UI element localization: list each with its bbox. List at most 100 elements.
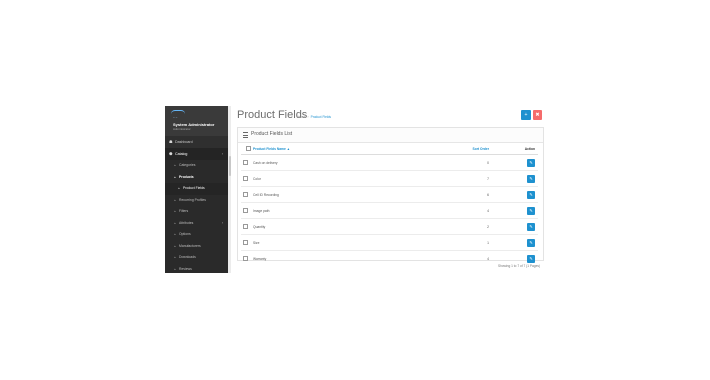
sidebar-item-label: Reviews [179, 266, 192, 271]
table-row: Warranty 4 ✎ [241, 250, 538, 266]
column-header-action: Action [495, 144, 538, 155]
pencil-icon: ✎ [529, 239, 533, 245]
row-checkbox[interactable] [243, 239, 248, 245]
breadcrumb-home[interactable]: Home [297, 115, 306, 119]
sidebar-item-dashboard[interactable]: ☗ Dashboard [165, 136, 228, 148]
field-name: Cell ID Recording [253, 186, 429, 203]
sidebar-item-attributes[interactable]: » Attributes › [165, 218, 228, 230]
row-checkbox[interactable] [243, 255, 248, 261]
pagination-summary: Showing 1 to 7 of 7 (1 Pages) [498, 264, 540, 268]
column-header-sort-order[interactable]: Sort Order [429, 144, 495, 155]
field-name: Size [253, 234, 429, 251]
sort-order: 4 [429, 250, 495, 266]
select-all-cell [241, 144, 253, 155]
row-select-cell [241, 234, 253, 251]
edit-button[interactable]: ✎ [527, 174, 535, 183]
breadcrumb-separator: › [307, 115, 309, 119]
row-select-cell [241, 218, 253, 235]
action-cell: ✎ [495, 170, 538, 187]
sort-order: 7 [429, 170, 495, 187]
select-all-checkbox[interactable] [245, 146, 251, 151]
edit-button[interactable]: ✎ [527, 206, 535, 215]
breadcrumb: Home › Product Fields [297, 115, 331, 119]
sidebar-item-reviews[interactable]: » Reviews [165, 264, 228, 274]
action-cell: ✎ [495, 186, 538, 203]
sort-order: 0 [429, 154, 495, 171]
row-checkbox[interactable] [243, 223, 248, 229]
pencil-icon: ✎ [529, 255, 533, 261]
pencil-icon: ✎ [529, 159, 533, 165]
pencil-icon: ✎ [529, 175, 533, 181]
table-header-row: Product Fields Name ▲ Sort Order Action [241, 144, 538, 155]
pencil-icon: ✎ [529, 191, 533, 197]
row-select-cell [241, 250, 253, 266]
action-cell: ✎ [495, 154, 538, 171]
sidebar-item-manufacturers[interactable]: » Manufacturers [165, 241, 228, 253]
row-select-cell [241, 202, 253, 219]
sidebar-item-label: Categories [179, 163, 196, 167]
delete-button[interactable]: ✖ [533, 110, 542, 120]
edit-button[interactable]: ✎ [527, 254, 535, 263]
pencil-icon: ✎ [529, 207, 533, 213]
table-row: Cash on delivery 0 ✎ [241, 154, 538, 171]
logo-text: ~ ~ [173, 115, 178, 119]
table-row: Image path 4 ✎ [241, 202, 538, 219]
sidebar-item-label: Attributes [179, 220, 194, 225]
field-name: Color [253, 170, 429, 187]
row-select-cell [241, 186, 253, 203]
profile-block[interactable]: ~ ~ System Administrator Administrator [165, 106, 228, 136]
plus-icon: + [524, 112, 528, 118]
sidebar-item-products[interactable]: » Products [165, 172, 228, 184]
sidebar-item-label: Options [179, 232, 191, 236]
field-name: Image path [253, 202, 429, 219]
column-header-name[interactable]: Product Fields Name ▲ [253, 144, 429, 155]
row-select-cell [241, 154, 253, 171]
sidebar-item-label: Recurring Profiles [179, 197, 206, 202]
sidebar-item-product-fields[interactable]: » Product Fields [165, 183, 228, 195]
table-row: Size 1 ✎ [241, 234, 538, 251]
admin-window: ~ ~ System Administrator Administrator ☗… [165, 106, 546, 273]
sidebar-item-categories[interactable]: » Categories [165, 160, 228, 172]
action-cell: ✎ [495, 218, 538, 235]
edit-button[interactable]: ✎ [527, 158, 535, 167]
sidebar-item-downloads[interactable]: » Downloads [165, 252, 228, 264]
user-role: Administrator [173, 127, 191, 131]
sidebar-item-label: Catalog [175, 152, 188, 156]
sidebar-item-label: Filters [179, 209, 189, 213]
pencil-icon: ✎ [529, 223, 533, 229]
sidebar-item-label: Downloads [179, 255, 196, 259]
list-icon [243, 132, 248, 138]
row-checkbox[interactable] [243, 159, 248, 165]
sort-order: 2 [429, 218, 495, 235]
sidebar-item-label: Dashboard [175, 140, 193, 144]
trash-icon: ✖ [535, 112, 540, 118]
sort-order: 6 [429, 186, 495, 203]
sidebar-item-filters[interactable]: » Filters [165, 206, 228, 218]
row-checkbox[interactable] [243, 175, 248, 181]
breadcrumb-current[interactable]: Product Fields [311, 115, 331, 119]
sidebar-item-options[interactable]: » Options [165, 229, 228, 241]
row-checkbox[interactable] [243, 191, 248, 197]
table-row: Cell ID Recording 6 ✎ [241, 186, 538, 203]
panel-heading: Product Fields List [238, 128, 543, 143]
product-fields-table: Product Fields Name ▲ Sort Order Action … [241, 144, 538, 266]
catalog-submenu: » Categories » Products » Product Fields » R… [165, 160, 228, 273]
edit-button[interactable]: ✎ [527, 190, 535, 199]
main-content: Product Fields Home › Product Fields + ✖ P… [231, 106, 546, 273]
sort-order: 4 [429, 202, 495, 219]
sidebar-item-recurring-profiles[interactable]: » Recurring Profiles [165, 195, 228, 207]
sidebar-item-label: Manufacturers [179, 243, 201, 248]
row-checkbox[interactable] [243, 207, 248, 213]
sidebar-item-label: Products [179, 174, 194, 179]
field-name: Cash on delivery [253, 154, 429, 171]
edit-button[interactable]: ✎ [527, 222, 535, 231]
add-button[interactable]: + [521, 110, 531, 120]
sidebar-item-catalog[interactable]: ⬣ Catalog › [165, 148, 228, 160]
sort-order: 1 [429, 234, 495, 251]
sidebar: ~ ~ System Administrator Administrator ☗… [165, 106, 228, 273]
sidebar-item-label: Product Fields [183, 186, 205, 190]
chevron-right-icon: › [221, 220, 223, 225]
edit-button[interactable]: ✎ [527, 238, 535, 247]
table-row: Color 7 ✎ [241, 170, 538, 187]
action-cell: ✎ [495, 234, 538, 251]
